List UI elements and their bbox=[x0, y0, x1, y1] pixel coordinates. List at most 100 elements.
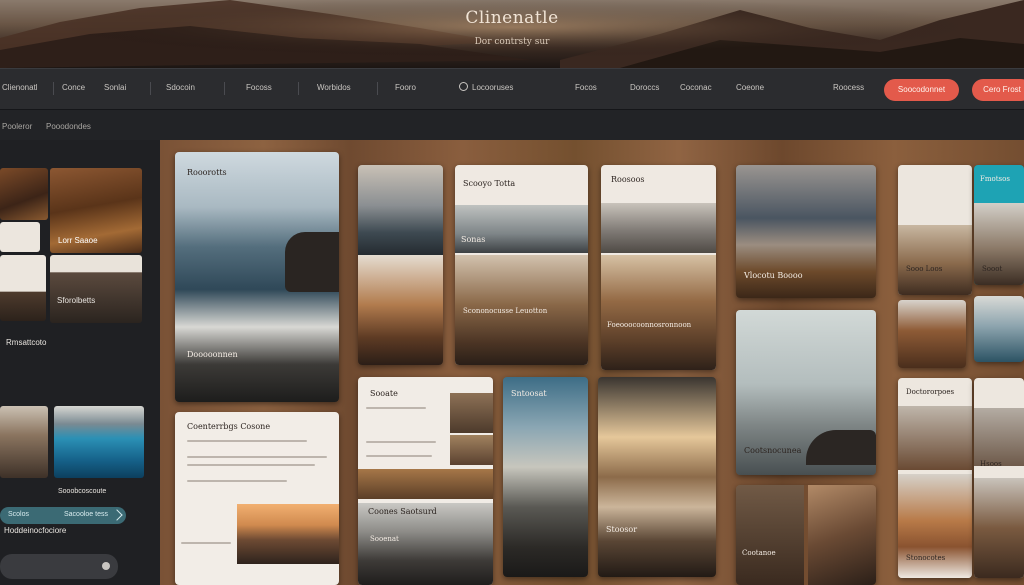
text-line bbox=[187, 440, 307, 442]
nav-item-locooruses[interactable]: Locooruses bbox=[472, 83, 513, 92]
text-line bbox=[187, 464, 315, 466]
nav-divider bbox=[298, 82, 299, 95]
rock-shape bbox=[285, 232, 339, 292]
gallery-card[interactable]: Stoosor bbox=[598, 377, 716, 577]
card-title: Scooyo Totta bbox=[463, 179, 516, 188]
sidebar-thumbnail[interactable] bbox=[0, 406, 48, 478]
nav-item-home[interactable]: Clienonatl bbox=[2, 83, 38, 92]
gallery-card[interactable]: Cootsnocunea bbox=[736, 310, 876, 475]
thumbnail-image bbox=[974, 408, 1024, 466]
nav-item-fooro[interactable]: Fooro bbox=[395, 83, 416, 92]
nav-item-focoss[interactable]: Focoss bbox=[246, 83, 272, 92]
search-icon[interactable] bbox=[459, 82, 468, 91]
gallery-card[interactable]: Rooorotts Dooooonnen bbox=[175, 152, 339, 402]
sidebar-section-heading: Rmsattcoto bbox=[6, 338, 47, 347]
sidebar-bottom-heading: Hoddeinocfociore bbox=[4, 526, 67, 535]
gallery-card[interactable]: Fmotsos Sooot bbox=[974, 165, 1024, 285]
gallery-card[interactable]: Scooyo Totta Sonas Scononocusse Leuotton bbox=[455, 165, 588, 365]
nav-item-conce[interactable]: Conce bbox=[62, 83, 85, 92]
card-title: Coenterrbgs Cosone bbox=[187, 422, 271, 431]
text-line bbox=[187, 480, 287, 482]
nav-item-focos[interactable]: Focos bbox=[575, 83, 597, 92]
sidebar: Lorr Saaoe Sforolbetts Rmsattcoto Scolos… bbox=[0, 140, 160, 585]
sidebar-thumbnail[interactable] bbox=[0, 222, 40, 252]
sidebar-card-label: Sforolbetts bbox=[57, 296, 96, 305]
breadcrumb: Pooleror Pooodondes bbox=[0, 110, 1024, 140]
thumbnail-image bbox=[808, 485, 876, 585]
breadcrumb-item[interactable]: Pooodondes bbox=[46, 122, 91, 131]
card-caption: Sooot bbox=[982, 265, 1003, 273]
filter-pill[interactable]: Scolos Sacooloe tess bbox=[0, 507, 126, 524]
gallery-card[interactable]: Doctororpoes Stonocotes bbox=[898, 378, 972, 578]
filter-pill-label: Scolos bbox=[8, 511, 30, 518]
sidebar-thumbnail[interactable] bbox=[50, 255, 142, 323]
card-title: Stoosor bbox=[606, 525, 638, 534]
secondary-cta-button[interactable]: Cero Frost bbox=[972, 79, 1024, 101]
card-title: Roosoos bbox=[611, 175, 645, 184]
thumbnail-image bbox=[898, 300, 966, 368]
card-caption: Sonas bbox=[461, 235, 486, 244]
card-caption: Foeooocoonnosronnoon bbox=[607, 321, 692, 329]
thumbnail-image bbox=[898, 474, 972, 578]
sidebar-thumbnail[interactable] bbox=[0, 168, 48, 220]
gallery-card[interactable] bbox=[974, 296, 1024, 362]
breadcrumb-item[interactable]: Pooleror bbox=[2, 122, 32, 131]
nav-item-coconac[interactable]: Coconac bbox=[680, 83, 712, 92]
thumbnail-image bbox=[898, 406, 972, 470]
card-title: Rooorotts bbox=[187, 168, 227, 177]
gallery-card[interactable] bbox=[898, 300, 966, 368]
thumbnail-image bbox=[736, 485, 804, 585]
card-title: Sooate bbox=[370, 389, 398, 398]
sunset-image bbox=[237, 504, 339, 564]
gallery-card[interactable]: Sntoosat bbox=[503, 377, 588, 577]
gallery-card[interactable]: Cootanoe bbox=[736, 485, 876, 585]
mist-image bbox=[455, 205, 588, 253]
card-caption: Sooenat bbox=[370, 535, 399, 543]
sunset-shore-image bbox=[598, 377, 716, 577]
thumbnail-image bbox=[450, 435, 493, 465]
card-caption: Stonocotes bbox=[906, 554, 946, 562]
dot-icon[interactable] bbox=[102, 562, 110, 570]
chevron-right-icon bbox=[111, 509, 123, 521]
gallery-card[interactable]: Hsoos bbox=[974, 378, 1024, 578]
primary-cta-button[interactable]: Soocodonnet bbox=[884, 79, 959, 101]
thumbnail-image bbox=[450, 393, 493, 433]
card-title: Vlocotu Boooo bbox=[744, 271, 803, 280]
sidebar-caption: Sooobcoscoute bbox=[58, 488, 107, 495]
card-caption: Hsoos bbox=[980, 460, 1002, 468]
gallery-card[interactable]: Roosoos Foeooocoonnosronnoon bbox=[601, 165, 716, 370]
canyon-image bbox=[358, 255, 443, 365]
nav-item-sonlai[interactable]: Sonlai bbox=[104, 83, 126, 92]
gallery-card[interactable]: Vlocotu Boooo bbox=[736, 165, 876, 298]
sidebar-thumbnail[interactable] bbox=[0, 255, 46, 321]
nav-divider bbox=[150, 82, 151, 95]
nav-item-sdocoin[interactable]: Sdocoin bbox=[166, 83, 195, 92]
text-line bbox=[187, 456, 327, 458]
nav-item-worbidos[interactable]: Worbidos bbox=[317, 83, 351, 92]
gallery-card[interactable] bbox=[358, 165, 443, 365]
hero-banner: Clinenatle Dor contrsty sur bbox=[0, 0, 1024, 68]
sidebar-card-label: Lorr Saaoe bbox=[58, 236, 98, 245]
text-line bbox=[181, 542, 231, 544]
sidebar-bottom-bar[interactable] bbox=[0, 554, 118, 579]
gallery-card[interactable]: Sooo Loos bbox=[898, 165, 972, 295]
landscape-strip-image bbox=[358, 469, 493, 499]
nav-item-coeone[interactable]: Coeone bbox=[736, 83, 764, 92]
site-tagline: Dor contrsty sur bbox=[474, 37, 550, 47]
text-line bbox=[366, 441, 436, 443]
mountain-image bbox=[601, 255, 716, 370]
card-title: Sntoosat bbox=[511, 389, 547, 398]
thumbnail-image bbox=[898, 225, 972, 295]
site-brand-title[interactable]: Clinenatle bbox=[0, 8, 1024, 28]
nav-item-doroccs[interactable]: Doroccs bbox=[630, 83, 659, 92]
card-title: Coones Saotsurd bbox=[368, 507, 437, 516]
card-title: Fmotsos bbox=[980, 175, 1010, 183]
card-title: Doctororpoes bbox=[906, 388, 955, 396]
nav-divider bbox=[377, 82, 378, 95]
gallery-card[interactable]: Sooate Coones Saotsurd Sooenat bbox=[358, 377, 493, 585]
gallery-card[interactable]: Coenterrbgs Cosone bbox=[175, 412, 339, 585]
card-caption: Cootanoe bbox=[742, 549, 776, 557]
nav-item-roocess[interactable]: Roocess bbox=[833, 83, 864, 92]
shoreline-image bbox=[503, 377, 588, 577]
sidebar-thumbnail[interactable] bbox=[54, 406, 144, 478]
